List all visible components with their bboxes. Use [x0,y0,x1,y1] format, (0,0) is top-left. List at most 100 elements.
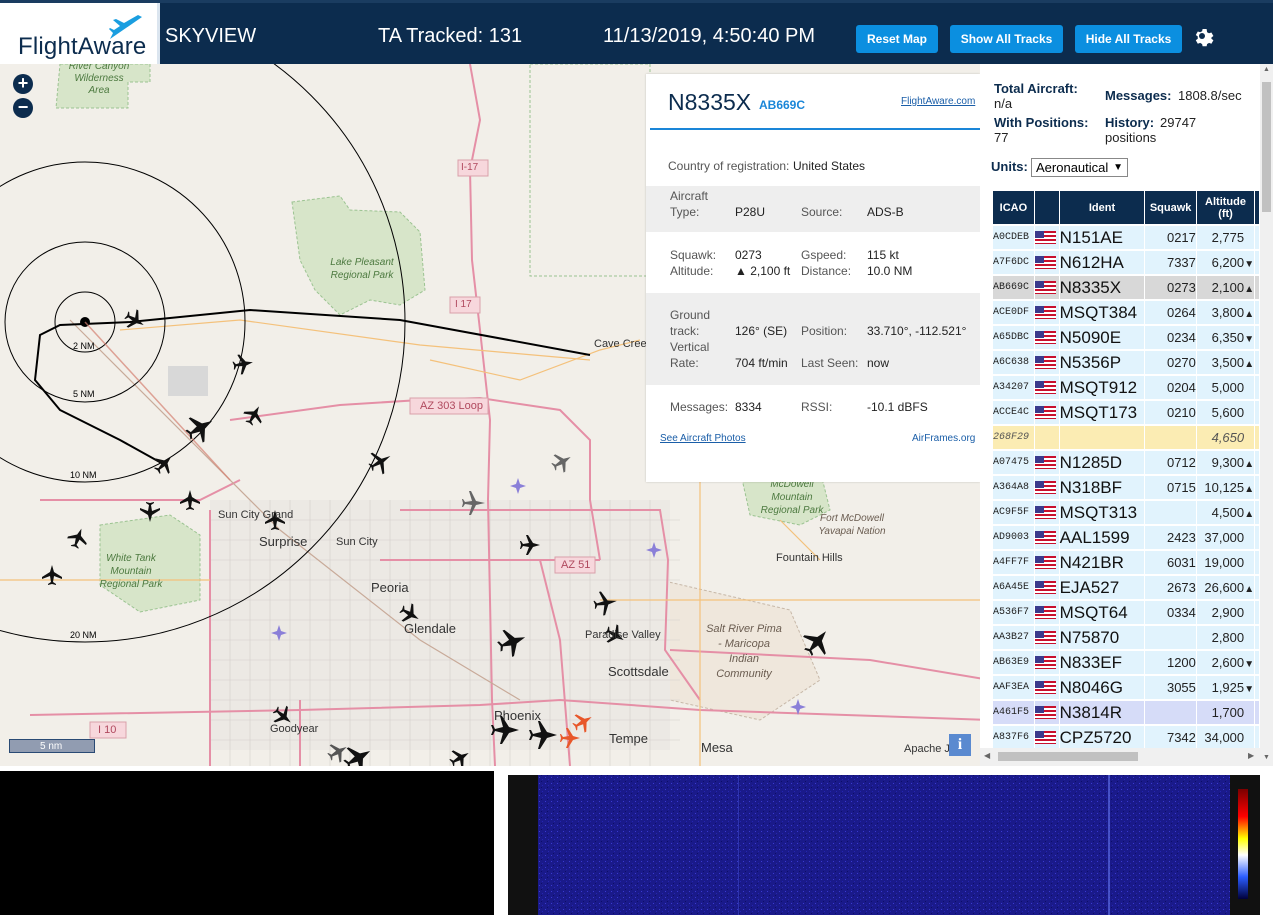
gear-icon[interactable] [1192,25,1216,49]
aircraft-icon[interactable] [548,448,575,475]
popup-flightaware-link[interactable]: FlightAware.com [901,96,975,107]
popup-divider [650,128,980,130]
aircraft-icon[interactable] [364,446,396,478]
aircraft-icon[interactable] [42,565,62,585]
row-altitude-value: 2,800 [1211,630,1245,645]
col-ident[interactable]: Ident [1059,191,1145,224]
us-flag-icon [1034,380,1056,394]
popup-hex-link[interactable]: AB669C [759,98,805,112]
reset-map-button[interactable]: Reset Map [856,25,938,53]
row-altitude: 1,925▼ [1196,676,1255,699]
range-label-10nm: 10 NM [70,470,97,480]
table-row[interactable]: A461F5 N3814R 1,700 [993,701,1259,724]
aircraft-detail-popup: N8335X AB669C FlightAware.com Country of… [646,74,980,482]
map-label-river-canyon: River Canyon Wilderness Area [68,64,130,96]
table-row[interactable]: AB669C N8335X 0273 2,100▲ [993,276,1259,299]
map-label-tempe: Tempe [609,731,649,746]
scroll-left-arrow-icon[interactable]: ◀ [984,751,990,760]
map-label-white-tank: White Tank Mountain Regional Park [99,553,163,590]
aircraft-icon[interactable] [150,450,178,478]
us-flag-icon [1034,480,1056,494]
squawk-value: 0273 [735,248,762,262]
table-row[interactable]: A07475 N1285D 0712 9,300▲ [993,451,1259,474]
popup-registration: N8335X [668,89,752,115]
table-row[interactable]: 268F29 4,650 [993,426,1259,449]
hide-all-tracks-button[interactable]: Hide All Tracks [1075,25,1182,53]
row-altitude: 1,700 [1196,701,1255,724]
table-row[interactable]: AC9F5F MSQT313 4,500▲ [993,501,1259,524]
us-flag-icon [1034,605,1056,619]
scroll-right-arrow-icon[interactable]: ▶ [1248,751,1254,760]
table-row[interactable]: AAF3EA N8046G 3055 1,925▼ [993,676,1259,699]
aircraft-photos-link[interactable]: See Aircraft Photos [660,433,746,444]
altitude-trend-icon: ▲ [1244,359,1255,370]
table-row[interactable]: AB63E9 N833EF 1200 2,600▼ [993,651,1259,674]
map-label-cave-creek: Cave Creek [594,338,653,350]
row-icao: A364A8 [993,476,1034,499]
aircraft-icon[interactable] [65,525,91,551]
table-row[interactable]: A34207 MSQT912 0204 5,000 [993,376,1259,399]
map-label-peoria: Peoria [371,580,409,595]
table-row[interactable]: A837F6 CPZ5720 7342 34,000 [993,726,1259,749]
scroll-down-arrow-icon[interactable]: ▼ [1263,754,1270,761]
table-row[interactable]: A7F6DC N612HA 7337 6,200▼ [993,251,1259,274]
map-info-button[interactable]: i [949,734,971,756]
row-icao: AD9003 [993,526,1034,549]
row-altitude: 10,125▲ [1196,476,1255,499]
country-flag-icon [1034,276,1059,299]
row-ident: N5090E [1059,326,1145,349]
units-label: Units: [991,159,1028,174]
skyview-app: FlightAware SKYVIEW TA Tracked: 131 11/1… [0,0,1273,915]
zoom-in-button[interactable]: + [13,74,33,94]
panel-vertical-scrollbar[interactable]: ▲ ▼ [1260,64,1273,766]
us-flag-icon [1034,630,1056,644]
aircraft-icon[interactable] [181,409,219,447]
units-select[interactable]: Aeronautical ▼ [1031,158,1128,177]
table-row[interactable]: A65DBC N5090E 0234 6,350▼ [993,326,1259,349]
row-altitude: 19,000 [1196,551,1255,574]
row-icao: A461F5 [993,701,1034,724]
table-row[interactable]: ACCE4C MSQT173 0210 5,600 [993,401,1259,424]
current-datetime: 11/13/2019, 4:50:40 PM [603,25,816,47]
table-row[interactable]: AA3B27 N75870 2,800 [993,626,1259,649]
zoom-out-button[interactable]: − [13,98,33,118]
squawk-label: Squawk: [670,248,717,262]
table-row[interactable]: A536F7 MSQT64 0334 2,900 [993,601,1259,624]
row-altitude-value: 4,500 [1211,505,1245,520]
horizontal-scroll-thumb[interactable] [998,752,1138,761]
table-header-row: ICAO Ident Squawk Altitude (ft) [993,191,1259,224]
col-icao[interactable]: ICAO [993,191,1034,224]
country-flag-icon [1034,351,1059,374]
row-squawk: 0204 [1145,376,1196,399]
distance-label: Distance: [801,264,852,278]
panel-horizontal-scrollbar[interactable]: ◀ ▶ [980,748,1260,766]
show-all-tracks-button[interactable]: Show All Tracks [950,25,1063,53]
table-row[interactable]: AD9003 AAL1599 2423 37,000 [993,526,1259,549]
col-flag[interactable] [1034,191,1059,224]
table-row[interactable]: A0CDEB N151AE 0217 2,775 [993,226,1259,249]
col-squawk[interactable]: Squawk [1145,191,1196,224]
us-flag-icon [1034,255,1056,269]
table-row[interactable]: A6A45E EJA527 2673 26,600▲ [993,576,1259,599]
row-icao: A4FF7F [993,551,1034,574]
row-icao: A34207 [993,376,1034,399]
col-altitude[interactable]: Altitude (ft) [1196,191,1255,224]
country-flag-icon [1034,651,1059,674]
table-row[interactable]: A364A8 N318BF 0715 10,125▲ [993,476,1259,499]
row-altitude: 26,600▲ [1196,576,1255,599]
scroll-up-arrow-icon[interactable]: ▲ [1263,66,1270,73]
row-ident: MSQT173 [1059,401,1145,424]
table-row[interactable]: ACE0DF MSQT384 0264 3,800▲ [993,301,1259,324]
row-edge [1255,251,1259,274]
table-row[interactable]: A4FF7F N421BR 6031 19,000 [993,551,1259,574]
country-flag-icon [1034,626,1059,649]
vertical-rate-label-2: Rate: [670,356,699,370]
row-squawk [1145,426,1196,449]
airframes-link[interactable]: AirFrames.org [912,433,975,444]
row-ident: N5356P [1059,351,1145,374]
aircraft-icon[interactable] [231,352,254,375]
table-row[interactable]: A6C638 N5356P 0270 3,500▲ [993,351,1259,374]
flightaware-logo[interactable]: FlightAware [0,3,160,67]
map-label-az303: AZ 303 Loop [420,400,483,412]
vertical-scroll-thumb[interactable] [1262,82,1271,212]
